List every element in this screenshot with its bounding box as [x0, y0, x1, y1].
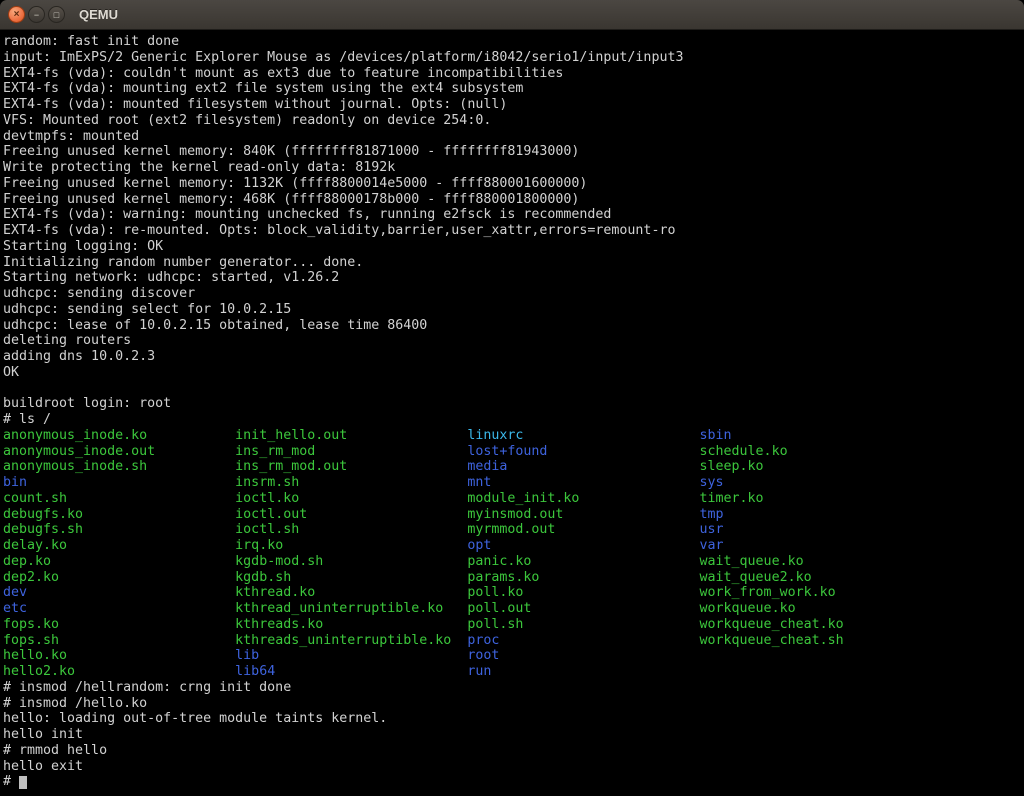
close-icon: ×	[14, 10, 20, 20]
terminal-line: # rmmod hello	[3, 743, 1024, 759]
terminal-line: debugfs.ko ioctl.out myinsmod.out tmp	[3, 507, 1024, 523]
titlebar[interactable]: × − □ QEMU	[0, 0, 1024, 30]
terminal-line: # insmod /hello.ko	[3, 696, 1024, 712]
terminal-line: Starting logging: OK	[3, 239, 1024, 255]
terminal-line: udhcpc: sending select for 10.0.2.15	[3, 302, 1024, 318]
terminal-line: buildroot login: root	[3, 396, 1024, 412]
terminal-line: dev kthread.ko poll.ko work_from_work.ko	[3, 585, 1024, 601]
terminal-line: EXT4-fs (vda): warning: mounting uncheck…	[3, 207, 1024, 223]
terminal-line: EXT4-fs (vda): re-mounted. Opts: block_v…	[3, 223, 1024, 239]
terminal-line: # ls /	[3, 412, 1024, 428]
terminal-line: Initializing random number generator... …	[3, 255, 1024, 271]
minimize-button[interactable]: −	[28, 6, 45, 23]
terminal-line: deleting routers	[3, 333, 1024, 349]
terminal-line: anonymous_inode.ko init_hello.out linuxr…	[3, 428, 1024, 444]
terminal-line: delay.ko irq.ko opt var	[3, 538, 1024, 554]
terminal-line: anonymous_inode.out ins_rm_mod lost+foun…	[3, 444, 1024, 460]
terminal-line	[3, 381, 1024, 397]
terminal-line: VFS: Mounted root (ext2 filesystem) read…	[3, 113, 1024, 129]
terminal-screen[interactable]: random: fast init doneinput: ImExPS/2 Ge…	[0, 30, 1024, 796]
terminal-line: udhcpc: sending discover	[3, 286, 1024, 302]
terminal-line: EXT4-fs (vda): couldn't mount as ext3 du…	[3, 66, 1024, 82]
terminal-line: EXT4-fs (vda): mounting ext2 file system…	[3, 81, 1024, 97]
terminal-line: input: ImExPS/2 Generic Explorer Mouse a…	[3, 50, 1024, 66]
terminal-line: # insmod /hellrandom: crng init done	[3, 680, 1024, 696]
terminal-line: Freeing unused kernel memory: 468K (ffff…	[3, 192, 1024, 208]
terminal-line: udhcpc: lease of 10.0.2.15 obtained, lea…	[3, 318, 1024, 334]
terminal-line: EXT4-fs (vda): mounted filesystem withou…	[3, 97, 1024, 113]
terminal-line: count.sh ioctl.ko module_init.ko timer.k…	[3, 491, 1024, 507]
terminal-line: bin insrm.sh mnt sys	[3, 475, 1024, 491]
terminal-line: etc kthread_uninterruptible.ko poll.out …	[3, 601, 1024, 617]
terminal-line: devtmpfs: mounted	[3, 129, 1024, 145]
close-button[interactable]: ×	[8, 6, 25, 23]
terminal-line: adding dns 10.0.2.3	[3, 349, 1024, 365]
terminal-line: dep2.ko kgdb.sh params.ko wait_queue2.ko	[3, 570, 1024, 586]
terminal-line: hello: loading out-of-tree module taints…	[3, 711, 1024, 727]
terminal-line: random: fast init done	[3, 34, 1024, 50]
terminal-line: OK	[3, 365, 1024, 381]
terminal-line: fops.ko kthreads.ko poll.sh workqueue_ch…	[3, 617, 1024, 633]
terminal-line: #	[3, 774, 1024, 790]
maximize-icon: □	[54, 10, 59, 20]
terminal-line: Freeing unused kernel memory: 840K (ffff…	[3, 144, 1024, 160]
maximize-button[interactable]: □	[48, 6, 65, 23]
terminal-line: hello.ko lib root	[3, 648, 1024, 664]
cursor	[19, 776, 27, 789]
terminal-line: hello2.ko lib64 run	[3, 664, 1024, 680]
terminal-line: hello exit	[3, 759, 1024, 775]
terminal-line: Write protecting the kernel read-only da…	[3, 160, 1024, 176]
terminal-line: fops.sh kthreads_uninterruptible.ko proc…	[3, 633, 1024, 649]
terminal-line: hello init	[3, 727, 1024, 743]
minimize-icon: −	[34, 10, 39, 20]
window-title: QEMU	[79, 7, 118, 22]
terminal-line: dep.ko kgdb-mod.sh panic.ko wait_queue.k…	[3, 554, 1024, 570]
terminal-line: Starting network: udhcpc: started, v1.26…	[3, 270, 1024, 286]
qemu-window: × − □ QEMU random: fast init doneinput: …	[0, 0, 1024, 796]
terminal-line: Freeing unused kernel memory: 1132K (fff…	[3, 176, 1024, 192]
terminal-line: debugfs.sh ioctl.sh myrmmod.out usr	[3, 522, 1024, 538]
terminal-line: anonymous_inode.sh ins_rm_mod.out media …	[3, 459, 1024, 475]
